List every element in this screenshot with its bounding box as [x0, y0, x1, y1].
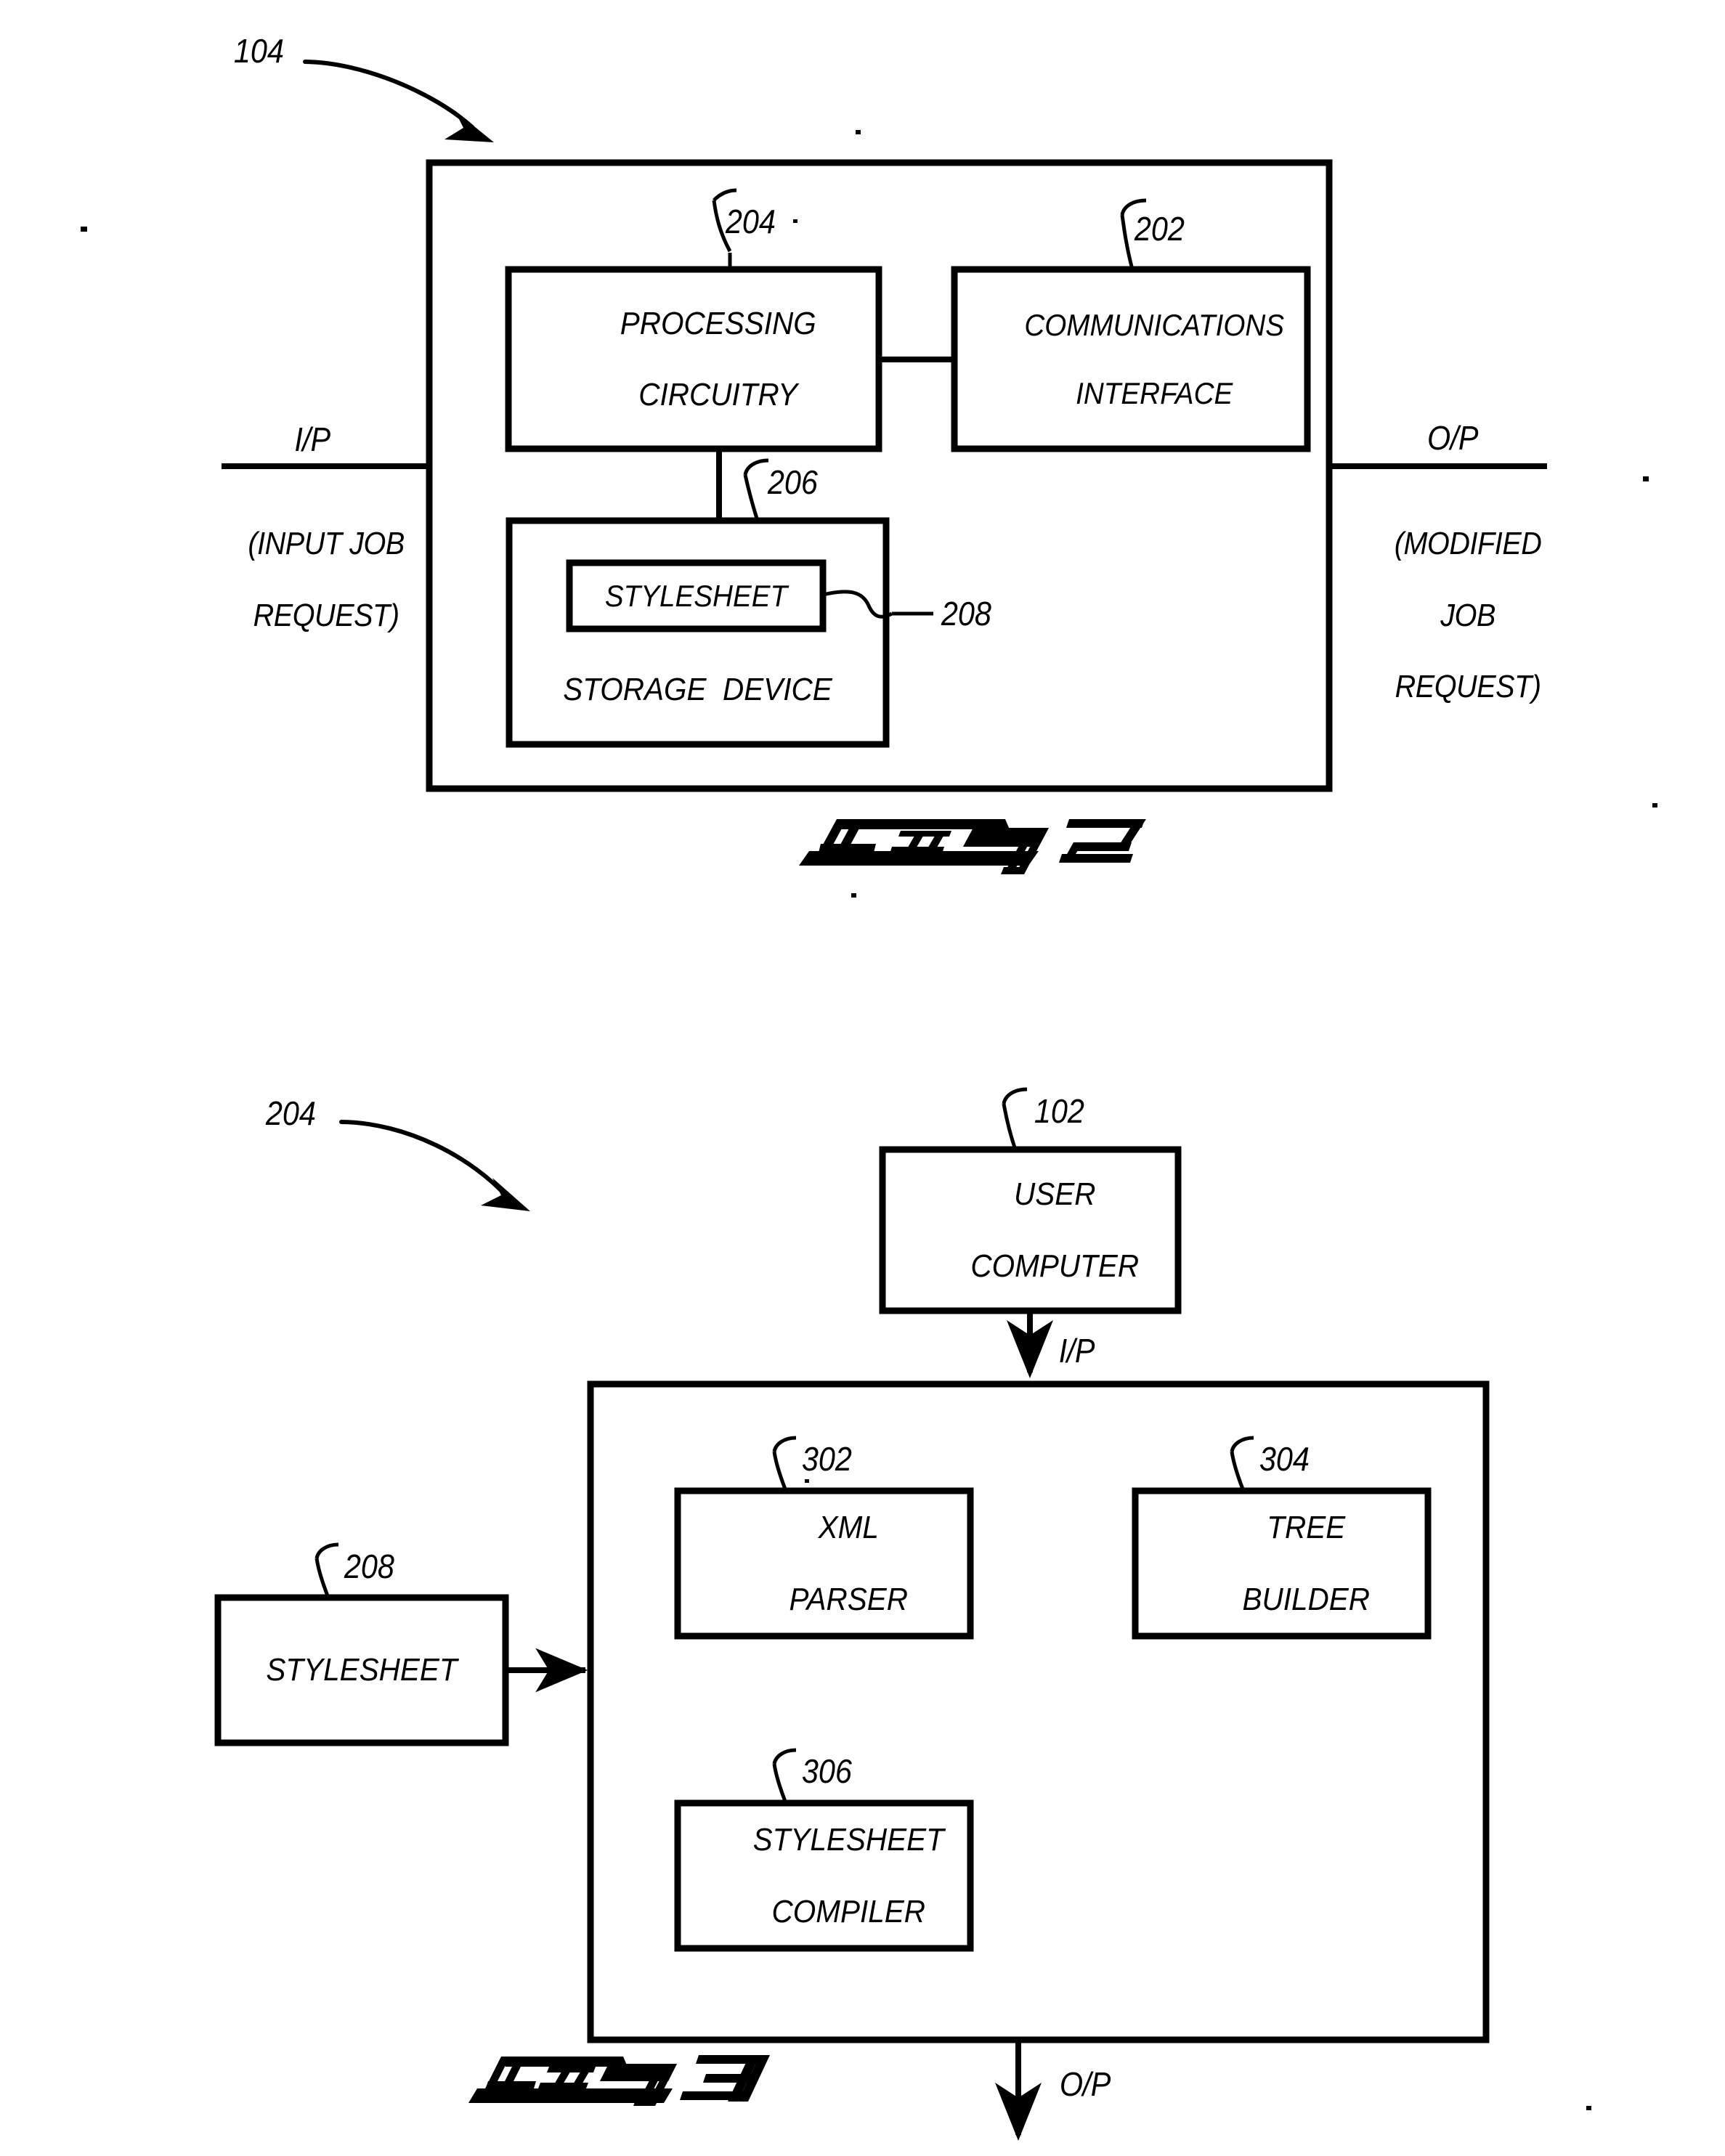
processing-circuitry-line1: PROCESSING: [620, 305, 816, 341]
stylesheet-compiler-line2: COMPILER: [771, 1893, 925, 1929]
input-port-abbrev-label-fig3: I/P: [1058, 1332, 1095, 1370]
tree-builder-line1: TREE: [1267, 1510, 1346, 1546]
communications-interface-line1: COMMUNICATIONS: [1024, 307, 1285, 342]
scan-speck: [81, 227, 87, 232]
input-port-description-fig2: (INPUT JOB REQUEST): [200, 490, 422, 669]
output-description-line1: (MODIFIED: [1394, 526, 1542, 562]
communications-interface-line2: INTERFACE: [1076, 376, 1233, 411]
reference-numeral-202: 202: [1134, 210, 1185, 248]
processing-circuitry-line2: CIRCUITRY: [638, 377, 798, 413]
storage-device-label-wrap: STORAGE DEVICE: [509, 654, 886, 726]
reference-numeral-306: 306: [801, 1752, 852, 1790]
user-computer-label: USER COMPUTER: [894, 1141, 1166, 1319]
user-computer-line1: USER: [1014, 1176, 1096, 1213]
xml-parser-label-wrap: XML PARSER: [678, 1491, 970, 1636]
output-description-line2: JOB: [1440, 597, 1495, 633]
stylesheet-label-fig2: STYLESHEET: [604, 578, 788, 613]
input-port-abbrev-label-fig2: I/P: [294, 420, 330, 458]
scan-speck: [805, 1479, 809, 1483]
stylesheet-compiler-line1: STYLESHEET: [752, 1822, 944, 1858]
scan-speck: [851, 893, 856, 898]
scan-speck: [1643, 476, 1649, 481]
input-description-line2: REQUEST): [253, 597, 399, 633]
lead-line-204-fig3: [339, 1120, 530, 1211]
user-computer-label-wrap: USER COMPUTER: [882, 1150, 1178, 1311]
storage-device-label: STORAGE DEVICE: [563, 672, 832, 708]
output-port-abbrev-label-fig3: O/P: [1059, 2065, 1111, 2103]
xml-parser-line1: XML: [818, 1510, 879, 1546]
output-port-description-fig2: (MODIFIED JOB REQUEST): [1348, 490, 1557, 741]
tree-builder-label-wrap: TREE BUILDER: [1135, 1491, 1428, 1636]
output-port-abbrev-label-fig2: O/P: [1427, 419, 1478, 457]
reference-numeral-204: 204: [725, 203, 776, 240]
reference-numeral-304: 304: [1259, 1440, 1310, 1478]
stylesheet-compiler-label-wrap: STYLESHEET COMPILER: [678, 1803, 970, 1948]
stylesheet-label-wrap-fig3: STYLESHEET: [218, 1598, 506, 1743]
scan-speck: [1586, 2106, 1591, 2110]
reference-numeral-104: 104: [233, 32, 284, 70]
reference-numeral-302: 302: [801, 1440, 852, 1478]
stylesheet-label-wrap-fig2: STYLESHEET: [569, 563, 823, 629]
xml-parser-label: XML PARSER: [689, 1474, 959, 1653]
scan-speck: [793, 219, 797, 223]
communications-interface-label-wrap: COMMUNICATIONS INTERFACE: [954, 269, 1307, 449]
reference-numeral-206: 206: [767, 463, 818, 501]
stylesheet-compiler-label: STYLESHEET COMPILER: [689, 1786, 959, 1965]
tree-builder-label: TREE BUILDER: [1147, 1474, 1416, 1653]
tree-builder-line2: BUILDER: [1242, 1581, 1370, 1617]
scan-speck: [1652, 803, 1657, 808]
input-description-line1: (INPUT JOB: [248, 526, 405, 562]
user-computer-line2: COMPUTER: [970, 1248, 1140, 1284]
reference-numeral-204-fig3: 204: [265, 1094, 316, 1132]
communications-interface-label: COMMUNICATIONS INTERFACE: [968, 274, 1293, 444]
reference-numeral-102: 102: [1034, 1092, 1084, 1130]
lead-line-104: [303, 60, 494, 142]
output-description-line3: REQUEST): [1395, 669, 1541, 705]
reference-numeral-208-fig2: 208: [941, 595, 991, 632]
reference-numeral-208-fig3: 208: [344, 1547, 394, 1585]
patent-drawing-sheet: 104 204 202 206 208 PROCESSING CIRCUITRY…: [0, 0, 1725, 2156]
processing-circuitry-label: PROCESSING CIRCUITRY: [523, 269, 864, 448]
xml-parser-line2: PARSER: [789, 1581, 908, 1617]
scan-speck: [856, 130, 861, 134]
processing-circuitry-label-wrap: PROCESSING CIRCUITRY: [508, 269, 879, 449]
stylesheet-label-fig3: STYLESHEET: [266, 1652, 458, 1688]
